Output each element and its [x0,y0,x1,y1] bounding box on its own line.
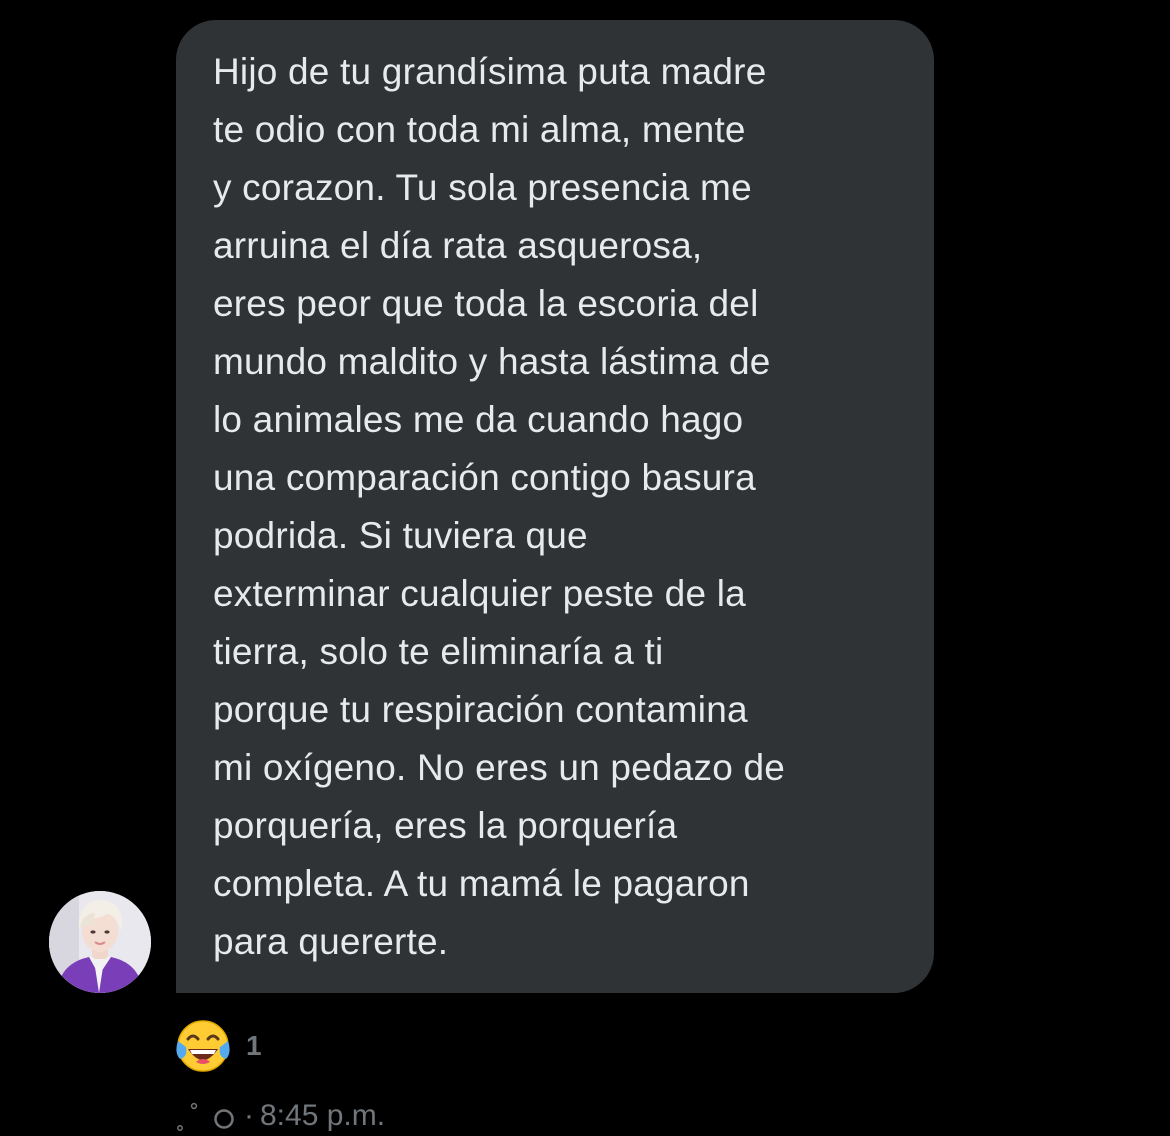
message-line: exterminar cualquier peste de la [213,573,746,614]
sender-avatar[interactable] [49,891,151,993]
sending-status-icon [177,1102,234,1131]
message-line: tierra, solo te eliminaría a ti [213,631,664,672]
message-line: porquería, eres la porquería [213,805,678,846]
message-line: porque tu respiración contamina [213,689,748,730]
meta-separator: · [244,1099,254,1132]
message-line: te odio con toda mi alma, mente [213,109,746,150]
message-line: una comparación contigo basura [213,457,756,498]
message-line: eres peor que toda la escoria del [213,283,759,324]
message-line: mundo maldito y hasta lástima de [213,341,771,382]
dm-conversation-screen: Hijo de tu grandísima puta madre te odio… [0,0,1170,1134]
message-line: completa. A tu mamá le pagaron [213,863,750,904]
reaction-chip[interactable]: 1 [174,1016,262,1076]
message-line: y corazon. Tu sola presencia me [213,167,752,208]
message-line: lo animales me da cuando hago [213,399,744,440]
message-line: Hijo de tu grandísima puta madre [213,51,767,92]
reaction-count: 1 [246,1030,262,1061]
message-line: arruina el día rata asquerosa, [213,225,703,266]
message-timestamp: 8:45 p.m. [260,1099,386,1132]
face-with-tears-of-joy-icon [176,1020,230,1072]
message-text: Hijo de tu grandísima puta madre te odio… [213,43,913,971]
avatar-image [49,891,151,993]
message-line: podrida. Si tuviera que [213,515,588,556]
message-line: para quererte. [213,921,449,962]
message-line: mi oxígeno. No eres un pedazo de [213,747,786,788]
message-meta: · 8:45 p.m. [174,1096,385,1136]
